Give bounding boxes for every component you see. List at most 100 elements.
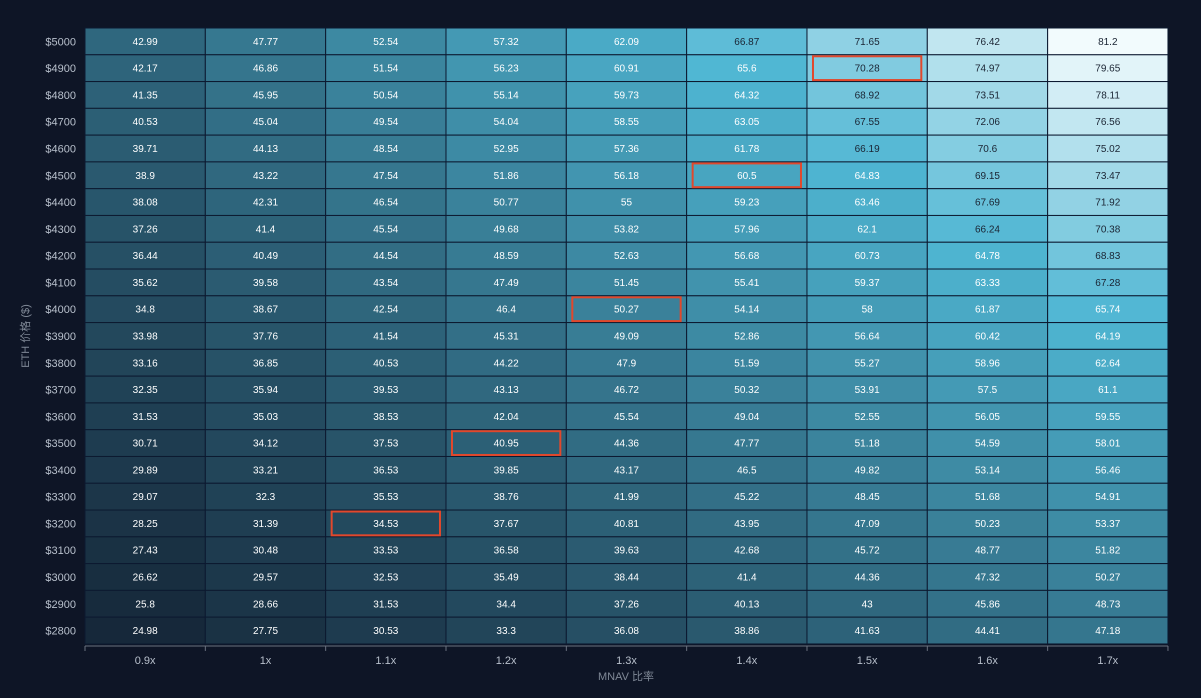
cell-value-label: 47.9	[617, 358, 637, 369]
cell-value-label: 57.32	[494, 37, 519, 48]
cell-value-label: 75.02	[1095, 144, 1120, 155]
cell-value-label: 46.54	[373, 198, 398, 209]
cell-value-label: 44.22	[494, 358, 519, 369]
cell-value-label: 25.8	[135, 599, 155, 610]
y-axis-labels: $5000 $4900 $4800 $4700 $4600 $4500 $4400 $4300…	[45, 36, 76, 637]
cell-value-label: 49.82	[855, 465, 880, 476]
cell-value-label: 56.46	[1095, 465, 1120, 476]
cell-value-label: 56.05	[975, 412, 1000, 423]
cell-value-label: 46.4	[496, 305, 516, 316]
cell-value-label: 28.66	[253, 599, 278, 610]
cell-value-label: 36.53	[373, 465, 398, 476]
cell-value-label: 27.75	[253, 626, 278, 637]
cell-value-label: 47.09	[855, 519, 880, 530]
cell-value-label: 39.71	[133, 144, 158, 155]
y-tick-label: $2800	[45, 626, 76, 638]
heatmap-chart: 42.99 47.77 52.54 57.32 62.09 66.87 71.65 76.42…	[18, 27, 1169, 683]
cell-value-label: 54.59	[975, 439, 1000, 450]
cell-value-label: 67.28	[1095, 278, 1120, 289]
y-tick-label: $4800	[45, 90, 76, 102]
cell-value-label: 43	[862, 599, 874, 610]
cell-value-label: 35.94	[253, 385, 278, 396]
cell-value-label: 66.19	[855, 144, 880, 155]
cell-value-label: 37.26	[614, 599, 639, 610]
cell-value-label: 60.73	[855, 251, 880, 262]
cell-value-label: 55	[621, 198, 633, 209]
cell-value-label: 35.62	[133, 278, 158, 289]
y-tick-label: $3700	[45, 385, 76, 397]
cell-value-label: 63.33	[975, 278, 1000, 289]
y-tick-label: $3600	[45, 411, 76, 423]
cell-value-label: 70.28	[855, 64, 880, 75]
cell-value-label: 43.13	[494, 385, 519, 396]
cell-value-label: 38.9	[135, 171, 155, 182]
cell-value-label: 59.37	[855, 278, 880, 289]
cell-value-label: 32.3	[256, 492, 276, 503]
cell-value-label: 30.48	[253, 546, 278, 557]
cell-value-label: 55.27	[855, 358, 880, 369]
cell-value-label: 38.53	[373, 412, 398, 423]
cell-value-label: 42.68	[734, 546, 759, 557]
cell-value-label: 63.46	[855, 198, 880, 209]
cell-value-label: 47.54	[373, 171, 398, 182]
cell-value-label: 42.04	[494, 412, 519, 423]
cell-value-label: 68.92	[855, 90, 880, 101]
y-tick-label: $3000	[45, 572, 76, 584]
cell-value-label: 39.85	[494, 465, 519, 476]
cell-value-label: 51.54	[373, 64, 398, 75]
cell-value-label: 55.14	[494, 90, 519, 101]
cell-value-label: 65.6	[737, 64, 757, 75]
cell-value-label: 57.96	[734, 224, 759, 235]
cell-value-label: 51.68	[975, 492, 1000, 503]
cell-value-label: 49.54	[373, 117, 398, 128]
cell-value-label: 37.26	[133, 224, 158, 235]
cell-value-label: 53.37	[1095, 519, 1120, 530]
cell-value-label: 48.54	[373, 144, 398, 155]
cell-value-label: 79.65	[1095, 64, 1120, 75]
cell-value-label: 58.96	[975, 358, 1000, 369]
cell-value-label: 33.16	[133, 358, 158, 369]
cell-value-label: 56.23	[494, 64, 519, 75]
cell-value-label: 64.19	[1095, 331, 1120, 342]
cell-value-label: 51.45	[614, 278, 639, 289]
cell-value-label: 30.53	[373, 626, 398, 637]
cell-value-label: 29.57	[253, 572, 278, 583]
cell-value-label: 73.47	[1095, 171, 1120, 182]
cell-value-label: 42.99	[133, 37, 158, 48]
cell-value-label: 38.44	[614, 572, 639, 583]
y-tick-label: $4000	[45, 304, 76, 316]
x-tick-label: 1.1x	[375, 655, 396, 667]
cell-value-label: 46.5	[737, 465, 757, 476]
cell-value-label: 47.77	[253, 37, 278, 48]
cell-value-label: 78.11	[1096, 90, 1121, 101]
cell-value-label: 50.23	[975, 519, 1000, 530]
cell-value-label: 38.08	[133, 198, 158, 209]
cell-value-label: 36.58	[494, 546, 519, 557]
cell-value-label: 52.63	[614, 251, 639, 262]
cell-value-label: 52.95	[494, 144, 519, 155]
cell-value-label: 31.53	[133, 412, 158, 423]
x-tick-label: 0.9x	[135, 655, 156, 667]
cell-value-label: 50.27	[614, 305, 639, 316]
cell-value-label: 61.1	[1098, 385, 1118, 396]
cell-value-label: 39.53	[373, 385, 398, 396]
cell-value-label: 54.91	[1095, 492, 1120, 503]
cell-value-label: 65.74	[1095, 305, 1120, 316]
cell-value-label: 34.12	[253, 439, 278, 450]
cell-value-label: 44.36	[614, 439, 639, 450]
cell-value-label: 42.17	[133, 64, 158, 75]
cell-value-label: 60.5	[737, 171, 757, 182]
cell-value-label: 63.05	[734, 117, 759, 128]
y-axis-title: ETH 价格 ($)	[18, 304, 32, 368]
y-tick-label: $4200	[45, 251, 76, 263]
cell-value-label: 46.72	[614, 385, 639, 396]
cell-value-label: 51.86	[494, 171, 519, 182]
x-tick-label: 1.5x	[857, 655, 878, 667]
cell-value-label: 37.53	[373, 439, 398, 450]
cell-value-label: 64.32	[734, 90, 759, 101]
cell-value-label: 50.32	[734, 385, 759, 396]
cell-value-label: 56.18	[614, 171, 639, 182]
y-tick-label: $2900	[45, 599, 76, 611]
cell-value-label: 27.43	[133, 546, 158, 557]
cell-value-label: 48.77	[975, 546, 1000, 557]
